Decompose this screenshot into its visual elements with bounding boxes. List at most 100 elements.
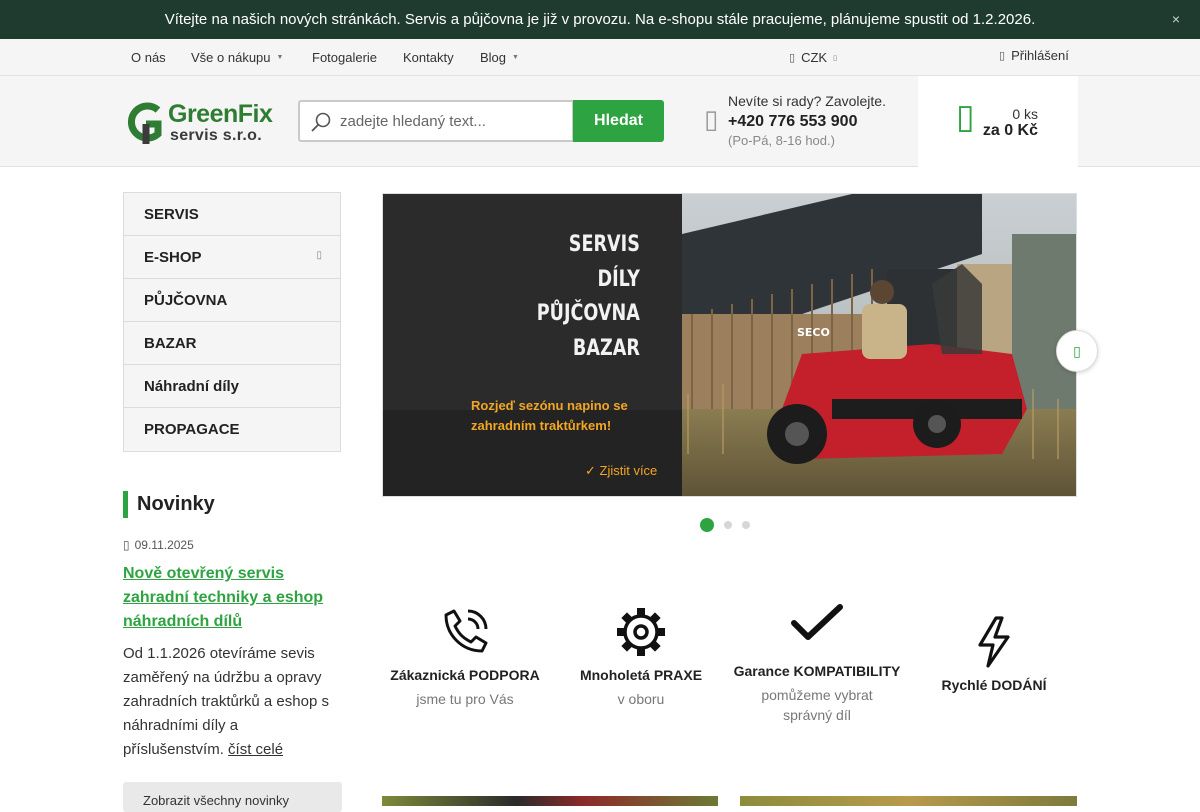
category-label: PROPAGACE [144, 421, 240, 438]
benefit-title: Mnoholetá PRAXE [579, 667, 703, 683]
benefit-subtitle: pomůžeme vybrat správný díl [761, 687, 873, 723]
benefit-support: Zákaznická PODPORA jsme tu pro Vás [377, 605, 553, 709]
read-more-link[interactable]: číst celé [228, 741, 283, 758]
cart-button[interactable]: ▯ 0 ks za 0 Kč [918, 76, 1078, 167]
login-link[interactable]: ▯ Přihlášení [999, 48, 1069, 63]
benefit-experience: Mnoholetá PRAXE v oboru [553, 605, 729, 709]
logo-name: GreenFix [168, 100, 273, 128]
slider-next-button[interactable]: ▯ [1056, 330, 1098, 372]
banner-word: BAZAR [573, 335, 640, 361]
topnav-label: Kontakty [403, 50, 454, 65]
phone-icon: ▯ [704, 104, 719, 134]
benefit-subtitle: jsme tu pro Vás [416, 691, 514, 707]
topnav-label: Fotogalerie [312, 50, 378, 65]
news-title-link[interactable]: Nově otevřený servis zahradní techniky a… [123, 562, 341, 634]
benefit-compatibility: Garance KOMPATIBILITY pomůžeme vybrat sp… [729, 603, 905, 725]
category-propagace[interactable]: PROPAGACE [124, 408, 340, 451]
search-button[interactable]: Hledat [573, 100, 664, 142]
phone-icon [444, 609, 488, 653]
topnav-item-vse-o-nakupu[interactable]: Vše o nákupu ▼ [191, 50, 283, 65]
banner-promo: Rozjeď sezónu napino se zahradním traktů… [471, 396, 628, 436]
slider-dot-2[interactable] [724, 521, 732, 529]
search-input[interactable] [340, 110, 565, 132]
cart-icon: ▯ [956, 98, 975, 136]
topnav-label: Vše o nákupu [191, 50, 271, 65]
topnav-item-blog[interactable]: Blog ▼ [480, 50, 519, 65]
banner-more-link[interactable]: ✓ Zjistit více [585, 463, 657, 479]
logo-subtitle: servis s.r.o. [170, 127, 262, 144]
news-text: Od 1.1.2026 otevíráme sevis zaměřený na … [123, 642, 341, 762]
topnav-label: Blog [480, 50, 507, 65]
chevron-down-icon: ▼ [512, 54, 519, 61]
contact-question: Nevíte si rady? Zavolejte. [728, 93, 886, 109]
news-heading: Novinky [123, 491, 215, 518]
category-e-shop[interactable]: E-SHOP ▯ [124, 236, 340, 279]
banner-word: PŮJČOVNA [536, 301, 640, 326]
all-news-label: Zobrazit všechny novinky [143, 793, 289, 808]
slider-dot-1[interactable] [700, 518, 714, 532]
chevron-right-icon: ▯ [1073, 342, 1081, 359]
mower-brand: SECO [797, 326, 830, 339]
category-nahradni-dily[interactable]: Náhradní díly [124, 365, 340, 408]
hero-banner[interactable]: SERVIS DÍLY PŮJČOVNA BAZAR Rozjeď sezónu… [382, 193, 1077, 497]
category-label: PŮJČOVNA [144, 291, 228, 309]
category-menu: SERVIS E-SHOP ▯ PŮJČOVNA BAZAR Náhradní d… [123, 192, 341, 452]
cart-total: za 0 Kč [982, 122, 1038, 139]
close-icon[interactable]: × [1172, 11, 1180, 27]
gear-icon [617, 608, 665, 656]
site-header: GreenFix servis s.r.o. Hledat ▯ Nevíte s… [0, 76, 1200, 167]
contact-phone[interactable]: +420 776 553 900 [728, 113, 857, 131]
benefit-title: Zákaznická PODPORA [390, 667, 540, 683]
banner-word: DÍLY [597, 266, 640, 292]
banner-words: SERVIS DÍLY PŮJČOVNA BAZAR [537, 228, 640, 366]
teaser-image-1[interactable] [382, 796, 718, 806]
banner-text-panel: SERVIS DÍLY PŮJČOVNA BAZAR Rozjeď sezónu… [383, 194, 682, 496]
search-box [298, 100, 574, 142]
logo-mark-icon [127, 102, 162, 144]
category-servis[interactable]: SERVIS [124, 193, 340, 236]
calendar-icon: ▯ [123, 538, 130, 552]
announcement-text: Vítejte na našich nových stránkách. Serv… [164, 11, 1036, 28]
bolt-icon [978, 616, 1010, 668]
category-label: BAZAR [144, 334, 197, 352]
top-nav: O nás Vše o nákupu ▼ Fotogalerie Kontakt… [0, 39, 1200, 76]
search-icon [311, 112, 331, 132]
topnav-item-kontakty[interactable]: Kontakty [403, 50, 454, 65]
topnav-label: O nás [131, 50, 166, 65]
benefit-title: Garance KOMPATIBILITY [733, 663, 901, 679]
currency-icon: ▯ [789, 52, 796, 64]
teaser-image-2[interactable] [740, 796, 1077, 806]
slider-dot-3[interactable] [742, 521, 750, 529]
slider-dots [700, 518, 750, 532]
chevron-right-icon: ▯ [316, 250, 322, 261]
topnav-item-fotogalerie[interactable]: Fotogalerie [312, 50, 377, 65]
benefit-subtitle: v oboru [617, 691, 665, 707]
banner-photo: SECO [682, 194, 1076, 496]
banner-word: SERVIS [568, 232, 640, 257]
cart-quantity: 0 ks [1012, 106, 1038, 122]
category-label: E-SHOP [144, 248, 202, 266]
announcement-bar: Vítejte na našich nových stránkách. Serv… [0, 0, 1200, 39]
benefit-title: Rychlé DODÁNÍ [941, 677, 1047, 693]
chevron-down-icon: ▯ [833, 54, 837, 62]
all-news-button[interactable]: Zobrazit všechny novinky [123, 782, 342, 812]
category-pujcovna[interactable]: PŮJČOVNA [124, 279, 340, 322]
news-body: Od 1.1.2026 otevíráme sevis zaměřený na … [123, 645, 329, 758]
topnav-item-o-nas[interactable]: O nás [131, 50, 166, 65]
contact-info: ▯ Nevíte si rady? Zavolejte. +420 776 55… [704, 92, 904, 152]
check-icon [791, 604, 843, 640]
currency-selector[interactable]: ▯ CZK ▯ [789, 50, 837, 65]
category-label: Náhradní díly [144, 377, 240, 395]
promo-line: Rozjeď sezónu napino se [471, 398, 628, 413]
news-date: ▯ 09.11.2025 [123, 538, 194, 552]
login-label: Přihlášení [1011, 48, 1069, 63]
benefit-delivery: Rychlé DODÁNÍ [906, 615, 1082, 693]
category-bazar[interactable]: BAZAR [124, 322, 340, 365]
logo[interactable]: GreenFix servis s.r.o. [124, 100, 284, 146]
contact-hours: (Po-Pá, 8-16 hod.) [728, 133, 835, 148]
chevron-down-icon: ▼ [276, 54, 284, 61]
category-label: SERVIS [144, 205, 199, 223]
news-date-text: 09.11.2025 [134, 538, 194, 552]
user-icon: ▯ [999, 50, 1006, 62]
currency-label: CZK [801, 50, 828, 65]
